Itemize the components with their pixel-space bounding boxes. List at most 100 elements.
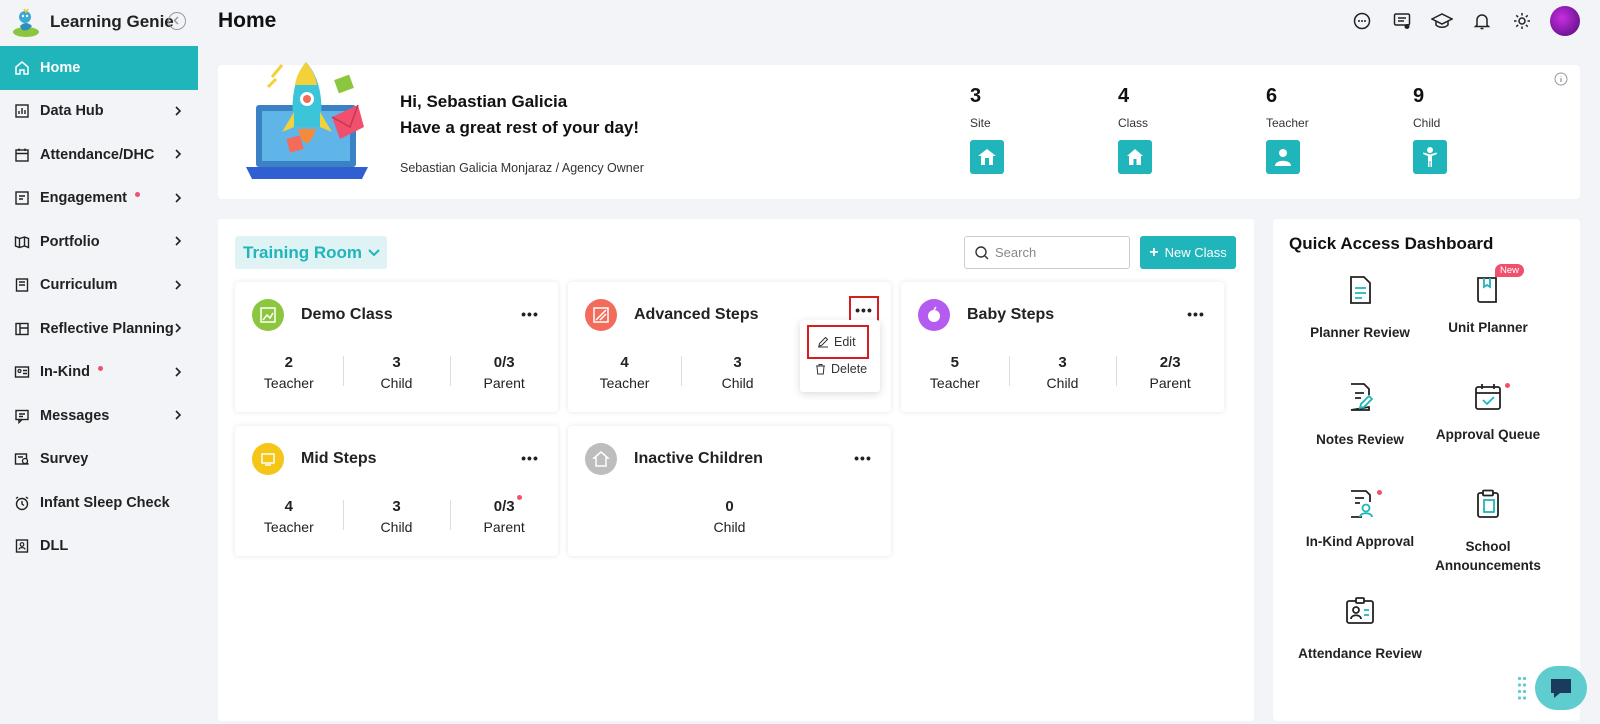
quick-approval-queue[interactable]: Approval Queue — [1423, 381, 1553, 444]
brand-name: Learning Genie — [50, 12, 174, 31]
quick-inkind-approval[interactable]: In-Kind Approval — [1295, 488, 1425, 551]
stat-site[interactable]: 3 Site — [970, 85, 1060, 174]
class-card-baby-steps[interactable]: Baby Steps ••• 5 Teacher 3 Child 2/3 Parent — [901, 282, 1224, 412]
person-icon — [1266, 140, 1300, 174]
quick-label: Approval Queue — [1435, 427, 1541, 442]
more-options-icon[interactable]: ••• — [518, 446, 542, 470]
quick-planner-review[interactable]: Planner Review — [1295, 274, 1425, 342]
delete-menu-item[interactable]: Delete — [815, 362, 867, 376]
learning-genie-logo — [13, 8, 39, 37]
stat-label: Class — [1118, 116, 1149, 130]
graduation-cap-icon[interactable] — [1430, 9, 1454, 33]
metric-value: 5 — [950, 354, 959, 371]
metric-label: Teacher — [263, 375, 314, 391]
sidebar-nav: Home Data Hub Attendance/DHC Engagement Port… — [0, 46, 198, 568]
new-class-button[interactable]: + New Class — [1140, 236, 1236, 269]
alert-dot — [135, 191, 141, 197]
quick-label: Planner Review — [1310, 325, 1410, 340]
class-metrics: 5 Teacher 3 Child 2/3 Parent — [901, 354, 1224, 391]
sidebar-item-label: Reflective Planning — [40, 320, 174, 337]
stat-label: Teacher — [1266, 116, 1309, 130]
class-card-mid-steps[interactable]: Mid Steps ••• 4 Teacher 3 Child 0/3 Parent — [235, 426, 558, 556]
inkind-icon — [14, 364, 30, 380]
sidebar-item-survey[interactable]: Survey — [0, 438, 198, 482]
metric-label: Parent — [1149, 375, 1191, 391]
metric-child: 3 Child — [342, 498, 451, 535]
calendar-check-icon — [1475, 384, 1501, 410]
room-select[interactable]: Training Room — [235, 236, 387, 269]
sidebar-item-data-hub[interactable]: Data Hub — [0, 90, 198, 134]
page-title: Home — [218, 9, 277, 32]
more-options-icon[interactable]: ••• — [518, 302, 542, 326]
info-icon[interactable] — [1554, 72, 1568, 86]
engagement-icon — [14, 190, 30, 206]
feedback-icon[interactable] — [1390, 9, 1414, 33]
sidebar-item-label: Home — [40, 59, 81, 76]
sidebar-item-reflective-planning[interactable]: Reflective Planning — [0, 307, 198, 351]
chevron-right-icon — [175, 105, 182, 116]
brand[interactable]: Learning Genie — [10, 4, 194, 40]
sidebar-item-in-kind[interactable]: In-Kind — [0, 351, 198, 395]
trash-icon — [816, 364, 825, 375]
quick-notes-review[interactable]: Notes Review — [1295, 381, 1425, 449]
chat-bubble-icon — [1551, 679, 1571, 698]
class-metrics: 2 Teacher 3 Child 0/3 Parent — [235, 354, 558, 391]
stat-class[interactable]: 4 Class — [1118, 85, 1208, 174]
new-class-label: New Class — [1164, 245, 1227, 260]
metric-teacher: 4 Teacher — [568, 354, 681, 391]
bell-icon[interactable] — [1470, 9, 1494, 33]
welcome-card: Hi, Sebastian Galicia Have a great rest … — [218, 62, 1580, 199]
bar-chart-icon — [14, 103, 30, 119]
stat-child[interactable]: 9 Child — [1413, 85, 1503, 174]
more-options-icon[interactable]: ••• — [851, 446, 875, 470]
quick-access-title: Quick Access Dashboard — [1289, 234, 1494, 253]
sidebar-item-dll[interactable]: DLL — [0, 525, 198, 569]
sidebar-item-infant-sleep-check[interactable]: Infant Sleep Check — [0, 481, 198, 525]
sidebar-item-messages[interactable]: Messages — [0, 394, 198, 438]
more-options-icon[interactable]: ••• — [1184, 302, 1208, 326]
book-icon — [1477, 277, 1497, 303]
classes-panel: Training Room + New Class Demo Class •••… — [218, 219, 1254, 721]
chat-icon[interactable] — [1350, 9, 1374, 33]
chevron-right-icon — [175, 410, 182, 420]
quick-unit-planner[interactable]: New Unit Planner — [1423, 264, 1553, 337]
sidebar-item-attendance-dhc[interactable]: Attendance/DHC — [0, 133, 198, 177]
sidebar-item-portfolio[interactable]: Portfolio — [0, 220, 198, 264]
edit-menu-item[interactable]: Edit — [807, 325, 869, 359]
stat-label: Site — [970, 116, 991, 130]
search-input[interactable] — [995, 245, 1115, 260]
class-card-inactive-children[interactable]: Inactive Children ••• 0 Child — [568, 426, 891, 556]
avatar[interactable] — [1550, 6, 1580, 36]
search-box[interactable] — [964, 236, 1130, 269]
sidebar-item-curriculum[interactable]: Curriculum — [0, 264, 198, 308]
quick-attendance-review[interactable]: Attendance Review — [1295, 595, 1425, 663]
support-chat-button[interactable] — [1535, 666, 1587, 710]
sidebar-item-label: Data Hub — [40, 103, 104, 120]
metric-parent: 0/3 Parent — [450, 495, 558, 535]
metric-child: 3 Child — [681, 354, 794, 391]
class-icon — [585, 299, 617, 331]
stat-value: 6 — [1266, 85, 1278, 107]
portfolio-icon — [14, 234, 30, 250]
class-name: Demo Class — [301, 306, 393, 323]
new-badge: New — [1494, 264, 1524, 277]
sidebar-item-home[interactable]: Home — [0, 46, 198, 90]
stat-value: 9 — [1413, 85, 1425, 107]
gear-icon[interactable] — [1510, 9, 1534, 33]
dll-icon — [14, 538, 30, 554]
stat-teacher[interactable]: 6 Teacher — [1266, 85, 1356, 174]
class-card-demo-class[interactable]: Demo Class ••• 2 Teacher 3 Child 0/3 Parent — [235, 282, 558, 412]
metric-value: 2/3 — [1159, 354, 1181, 371]
drag-handle-icon[interactable] — [1517, 676, 1527, 702]
collapse-sidebar-icon[interactable] — [168, 12, 186, 30]
metric-value: 0/3 — [493, 498, 515, 515]
alert-dot — [97, 365, 103, 371]
chevron-right-icon — [175, 279, 182, 290]
metric-value: 0 — [725, 498, 734, 515]
sidebar-item-engagement[interactable]: Engagement — [0, 177, 198, 221]
metric-label: Parent — [483, 519, 525, 535]
class-name: Advanced Steps — [634, 306, 759, 323]
metric-value: 4 — [620, 354, 629, 371]
quick-school-announcements[interactable]: School Announcements — [1423, 488, 1553, 575]
metric-label: Teacher — [263, 519, 314, 535]
